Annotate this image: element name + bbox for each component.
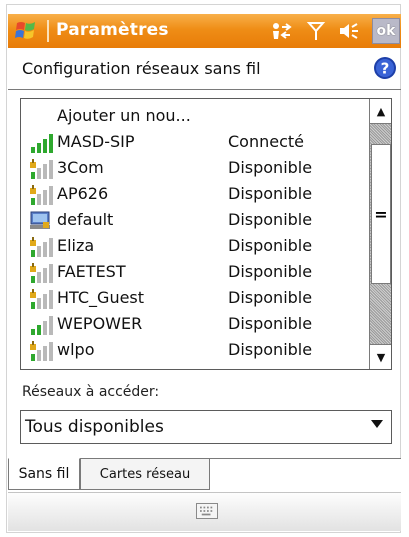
network-status: Disponible (228, 210, 313, 229)
network-status: Disponible (228, 288, 313, 307)
network-row[interactable]: FAETEST Disponible (21, 259, 369, 285)
network-row[interactable]: default Disponible (21, 207, 369, 233)
network-row[interactable]: MASD-SIP Connecté (21, 129, 369, 155)
network-status: Connecté (228, 132, 304, 151)
add-new-network-row[interactable]: Ajouter un nou... (21, 103, 369, 129)
scroll-thumb[interactable]: = (371, 144, 391, 284)
help-icon[interactable]: ? (373, 56, 397, 80)
network-row[interactable]: WEPOWER Disponible (21, 311, 369, 337)
page-title: Paramètres (56, 20, 169, 40)
network-status: Disponible (228, 158, 313, 177)
network-name: default (57, 210, 114, 229)
network-status: Disponible (228, 262, 313, 281)
antenna-signal-icon[interactable] (306, 21, 326, 41)
network-row[interactable]: 3Com Disponible (21, 155, 369, 181)
network-name: Eliza (57, 236, 95, 255)
network-row[interactable]: Eliza Disponible (21, 233, 369, 259)
network-name: wlpo (57, 340, 95, 359)
networks-to-access-label: Réseaux à accéder: (22, 384, 160, 400)
ok-button[interactable]: ok (372, 18, 400, 44)
speaker-icon[interactable] (338, 21, 362, 41)
dropdown-selected-value: Tous disponibles (25, 417, 164, 437)
network-row[interactable]: wlpo Disponible (21, 337, 369, 363)
network-status: Disponible (228, 314, 313, 333)
tab-cartes-reseau[interactable]: Cartes réseau (80, 458, 210, 490)
signal-icon (31, 316, 53, 335)
network-name: 3Com (57, 158, 104, 177)
signal-secure-icon (30, 289, 53, 309)
svg-text:?: ? (381, 60, 390, 78)
signal-secure-icon (30, 341, 53, 361)
network-name: FAETEST (57, 262, 126, 281)
network-name: WEPOWER (57, 314, 143, 333)
signal-secure-icon (30, 159, 53, 179)
signal-secure-icon (30, 237, 53, 257)
title-bar: Paramètres ok (8, 14, 401, 48)
network-status: Disponible (228, 340, 313, 359)
network-list[interactable]: Ajouter un nou... MASD-SIP Connecté 3Com… (20, 98, 392, 370)
adhoc-computer-icon (30, 211, 50, 229)
network-name: AP626 (57, 184, 109, 203)
tab-sans-fil[interactable]: Sans fil (8, 458, 80, 490)
networks-to-access-dropdown[interactable]: Tous disponibles (20, 410, 392, 444)
network-row[interactable]: HTC_Guest Disponible (21, 285, 369, 311)
chevron-down-icon[interactable] (371, 420, 383, 428)
signal-connected-icon (31, 134, 53, 153)
windows-start-icon[interactable] (14, 19, 40, 43)
keyboard-icon[interactable] (196, 503, 218, 519)
title-separator (47, 20, 49, 42)
scroll-down-arrow-icon[interactable]: ▼ (370, 344, 391, 369)
add-new-label: Ajouter un nou... (57, 106, 191, 125)
network-status: Disponible (228, 184, 313, 203)
network-name: HTC_Guest (57, 288, 145, 307)
tab-bar: Sans fil Cartes réseau (8, 458, 401, 493)
command-bar (8, 492, 401, 531)
signal-secure-icon (30, 263, 53, 283)
list-scrollbar[interactable]: ▲ = ▼ (369, 99, 391, 369)
connectivity-icon[interactable] (270, 21, 294, 41)
scroll-up-arrow-icon[interactable]: ▲ (370, 99, 391, 124)
header-title: Configuration réseaux sans fil (22, 59, 261, 78)
settings-header: Configuration réseaux sans fil ? (8, 48, 401, 90)
network-name: MASD-SIP (57, 132, 135, 151)
network-status: Disponible (228, 236, 313, 255)
network-row[interactable]: AP626 Disponible (21, 181, 369, 207)
signal-secure-icon (30, 185, 53, 205)
